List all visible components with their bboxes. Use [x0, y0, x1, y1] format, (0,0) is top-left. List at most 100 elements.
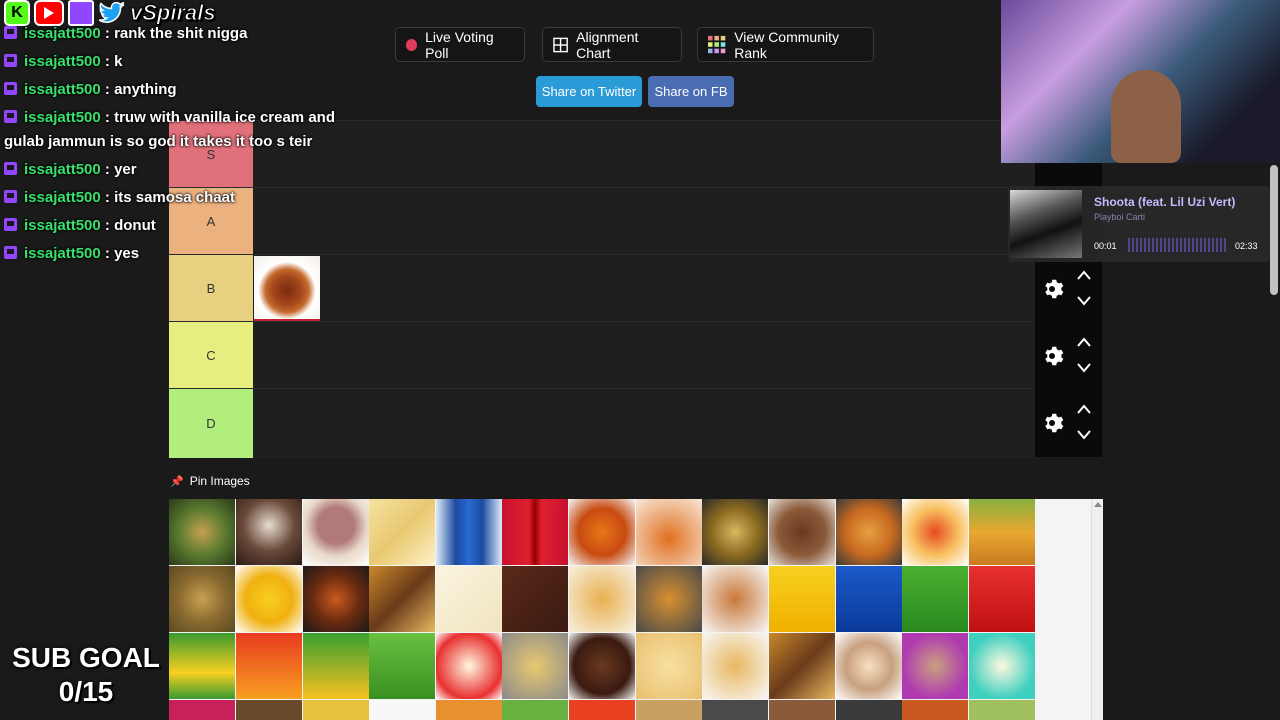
pepsi-can-tile[interactable] — [436, 499, 502, 565]
tier-label-d[interactable]: D — [169, 389, 253, 458]
food-tile[interactable] — [502, 700, 568, 720]
food-tile[interactable] — [169, 566, 235, 632]
food-tile[interactable] — [769, 499, 835, 565]
kurkure-puffcorn-tile[interactable] — [303, 633, 369, 699]
kurkure-green-tile[interactable] — [369, 633, 435, 699]
chevron-up-icon[interactable] — [1077, 270, 1091, 280]
chat-username: issajatt500 — [24, 217, 101, 234]
sundae-tile[interactable] — [836, 633, 902, 699]
chat-text: yer — [114, 161, 137, 178]
lays-yellow-tile[interactable] — [769, 566, 835, 632]
kick-icon: K — [4, 0, 30, 26]
streamer-silhouette — [1111, 70, 1181, 163]
food-tile[interactable] — [169, 499, 235, 565]
food-tile[interactable] — [969, 700, 1035, 720]
food-tile[interactable] — [769, 700, 835, 720]
lays-red-tile[interactable] — [969, 566, 1035, 632]
chevron-up-icon[interactable] — [1077, 337, 1091, 347]
page-scrollbar[interactable] — [1270, 165, 1278, 295]
food-tile[interactable] — [702, 566, 768, 632]
food-tile[interactable] — [636, 633, 702, 699]
chat-text: truw with vanilla ice cream and — [114, 109, 335, 126]
tier-row-s: S — [169, 120, 1035, 188]
tier-label-c[interactable]: C — [169, 322, 253, 389]
gear-icon[interactable] — [1040, 411, 1064, 435]
white-chocolate-tile[interactable] — [436, 566, 502, 632]
food-tile[interactable] — [303, 566, 369, 632]
food-tile[interactable] — [369, 700, 435, 720]
food-tile[interactable] — [169, 700, 235, 720]
chat-text: gulab jammun is so god it takes it too s… — [4, 133, 313, 150]
twitter-icon — [98, 0, 126, 26]
scroll-up-icon[interactable] — [1094, 502, 1102, 507]
lays-green-tile[interactable] — [902, 566, 968, 632]
twitch-badge-icon — [4, 26, 17, 39]
chat-username: issajatt500 — [24, 109, 101, 126]
kurkure-tile[interactable] — [236, 633, 302, 699]
chevron-down-icon[interactable] — [1077, 430, 1091, 440]
twitch-badge-icon — [4, 218, 17, 231]
view-community-rank-button[interactable]: View Community Rank — [697, 27, 874, 62]
chat-message: issajatt500 : truw with vanilla ice crea… — [4, 109, 335, 126]
chat-text: anything — [114, 81, 177, 98]
chevron-down-icon[interactable] — [1077, 363, 1091, 373]
food-tile[interactable] — [236, 499, 302, 565]
twitch-badge-icon — [4, 110, 17, 123]
food-tile[interactable] — [902, 700, 968, 720]
pin-images-label: Pin Images — [189, 474, 250, 488]
food-tile[interactable] — [569, 499, 635, 565]
food-tile[interactable] — [969, 499, 1035, 565]
share-fb-button[interactable]: Share on FB — [648, 76, 734, 107]
coca-cola-tile[interactable] — [502, 499, 568, 565]
food-tile[interactable] — [502, 633, 568, 699]
chat-text: its samosa chaat — [114, 189, 235, 206]
popcorn-tile[interactable] — [436, 633, 502, 699]
chat-username: issajatt500 — [24, 189, 101, 206]
tier-label-b[interactable]: B — [169, 255, 253, 322]
gear-icon[interactable] — [1040, 277, 1064, 301]
social-badges: K vSpirals — [4, 0, 216, 26]
food-tile[interactable] — [636, 700, 702, 720]
food-tile[interactable] — [702, 633, 768, 699]
pizza-tile[interactable] — [902, 499, 968, 565]
chevron-up-icon[interactable] — [1077, 404, 1091, 414]
chocolate-tile[interactable] — [502, 566, 568, 632]
food-tile[interactable] — [436, 700, 502, 720]
pin-images-toggle[interactable]: 📌 Pin Images — [170, 474, 250, 488]
food-tile[interactable] — [236, 700, 302, 720]
food-tile[interactable] — [303, 499, 369, 565]
tier-label-s[interactable]: S — [169, 121, 253, 188]
sub-goal-label: SUB GOAL — [12, 642, 160, 673]
food-tile[interactable] — [369, 566, 435, 632]
alignment-chart-button[interactable]: Alignment Chart — [542, 27, 682, 62]
lays-blue-tile[interactable] — [836, 566, 902, 632]
food-tile[interactable] — [702, 700, 768, 720]
chat-message: issajatt500 : k — [4, 53, 122, 70]
gear-icon[interactable] — [1040, 344, 1064, 368]
food-tile[interactable] — [569, 700, 635, 720]
lays-green-tile[interactable] — [169, 633, 235, 699]
share-twitter-button[interactable]: Share on Twitter — [536, 76, 642, 107]
vanilla-ice-cream-tile[interactable] — [969, 633, 1035, 699]
food-tile[interactable] — [836, 700, 902, 720]
image-pool — [169, 499, 1103, 720]
food-tile[interactable] — [769, 633, 835, 699]
live-voting-poll-label: Live Voting Poll — [425, 28, 494, 61]
food-tile[interactable] — [303, 700, 369, 720]
food-tile[interactable] — [636, 499, 702, 565]
food-tile[interactable] — [702, 499, 768, 565]
chevron-down-icon[interactable] — [1077, 296, 1091, 306]
vada-tile[interactable] — [636, 566, 702, 632]
tier-item-gulab-jamun[interactable] — [254, 256, 320, 322]
samosa-tile[interactable] — [569, 566, 635, 632]
food-tile[interactable] — [836, 499, 902, 565]
live-voting-poll-button[interactable]: Live Voting Poll — [395, 27, 525, 62]
chocolate-cake-tile[interactable] — [569, 633, 635, 699]
laddu-tile[interactable] — [236, 566, 302, 632]
chat-message: issajatt500 : its samosa chaat — [4, 189, 235, 206]
image-pool-scrollbar[interactable] — [1091, 499, 1103, 720]
music-waveform[interactable] — [1128, 238, 1228, 252]
food-tile[interactable] — [369, 499, 435, 565]
tier-row-d: D — [169, 388, 1035, 458]
ice-cream-tile[interactable] — [902, 633, 968, 699]
